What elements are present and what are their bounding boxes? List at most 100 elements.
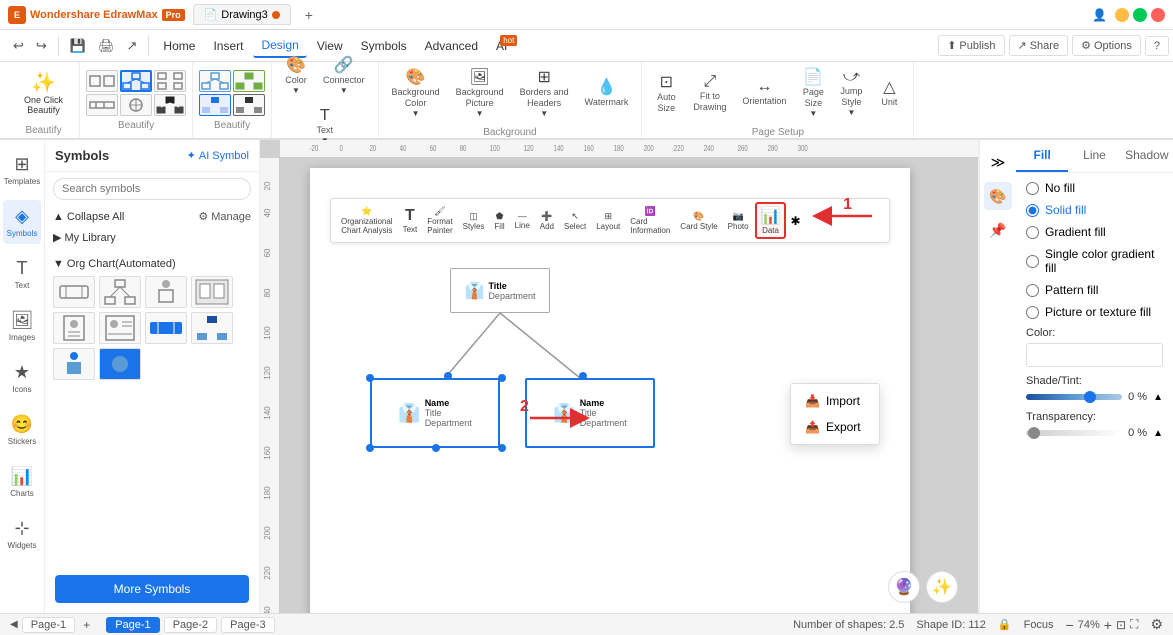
no-fill-option[interactable]: No fill — [1026, 181, 1163, 195]
auto-size-button[interactable]: ⊡ AutoSize — [648, 67, 684, 119]
gradient-fill-option[interactable]: Gradient fill — [1026, 225, 1163, 239]
share-button[interactable]: ↗ Share — [1009, 35, 1069, 56]
collapse-all-button[interactable]: ▲ Collapse All — [53, 211, 124, 223]
my-library-toggle[interactable]: ▶ My Library — [53, 231, 251, 244]
fill-button[interactable]: ⬟ Fill — [490, 209, 508, 233]
collapse-panel-button[interactable]: ≫ — [984, 148, 1012, 176]
one-click-beautify-button[interactable]: ✨ One ClickBeautify — [14, 64, 73, 121]
pattern-fill-option[interactable]: Pattern fill — [1026, 283, 1163, 297]
gradient-fill-radio[interactable] — [1026, 226, 1039, 239]
print-button[interactable]: 🖨 — [93, 35, 120, 57]
tab-fill[interactable]: Fill — [1016, 140, 1068, 172]
background-color-button[interactable]: 🎨 BackgroundColor ▼ — [385, 62, 447, 123]
more-symbols-button[interactable]: More Symbols — [55, 575, 249, 603]
styles-button[interactable]: ◫ Styles — [459, 209, 489, 233]
transparency-thumb[interactable] — [1028, 427, 1040, 439]
shape-thumb-1[interactable] — [86, 70, 118, 92]
solid-fill-option[interactable]: Solid fill — [1026, 203, 1163, 217]
shape-cell-6[interactable] — [99, 312, 141, 344]
sidebar-item-icons[interactable]: ★ Icons — [8, 356, 35, 400]
add-page-button[interactable]: + — [79, 618, 94, 632]
org-analysis-button[interactable]: ⭐ OrganizationalChart Analysis — [337, 204, 397, 237]
shape-thumb-9[interactable] — [199, 94, 231, 116]
maximize-button[interactable] — [1133, 8, 1147, 22]
ai-symbol-button[interactable]: ✦ AI Symbol — [187, 149, 249, 162]
fill-panel-button[interactable]: 🎨 — [984, 182, 1012, 210]
redo-button[interactable]: ↪ — [31, 35, 52, 57]
fullscreen-button[interactable]: ⛶ — [1130, 617, 1138, 632]
canvas-area[interactable]: -20 0 20 40 60 80 100 120 140 160 180 20… — [260, 140, 978, 613]
white-canvas[interactable]: ⭐ OrganizationalChart Analysis T Text 🖌 … — [310, 168, 910, 613]
undo-button[interactable]: ↩ — [8, 35, 29, 57]
borders-headers-button[interactable]: ⊞ Borders andHeaders ▼ — [513, 62, 576, 123]
shade-track[interactable] — [1026, 394, 1122, 400]
picture-fill-radio[interactable] — [1026, 306, 1039, 319]
menu-insert[interactable]: Insert — [205, 35, 251, 57]
sidebar-item-text[interactable]: T Text — [11, 252, 34, 296]
shape-cell-3[interactable] — [145, 276, 187, 308]
manage-button[interactable]: ⚙ Manage — [198, 210, 251, 223]
menu-advanced[interactable]: Advanced — [417, 35, 486, 57]
picture-fill-option[interactable]: Picture or texture fill — [1026, 305, 1163, 319]
fit-to-drawing-button[interactable]: ⤢ Fit toDrawing — [686, 68, 733, 118]
bottom-page-2[interactable]: Page-2 — [164, 617, 217, 633]
jump-style-button[interactable]: ⤻ JumpStyle ▼ — [833, 63, 869, 122]
tab-shadow[interactable]: Shadow — [1121, 140, 1173, 172]
single-gradient-option[interactable]: Single color gradient fill — [1026, 247, 1163, 275]
zoom-in-button[interactable]: + — [1104, 617, 1112, 633]
shade-thumb[interactable] — [1084, 391, 1096, 403]
shape-thumb-4[interactable] — [86, 94, 118, 116]
shape-cell-8[interactable] — [191, 312, 233, 344]
shape-cell-7[interactable] — [145, 312, 187, 344]
export-button[interactable]: ↗ — [122, 35, 143, 57]
add-button[interactable]: ➕ Add — [536, 209, 558, 233]
single-gradient-radio[interactable] — [1026, 255, 1039, 268]
export-button[interactable]: 📤 Export — [791, 414, 879, 440]
sidebar-item-charts[interactable]: 📊 Charts — [6, 460, 38, 504]
shape-thumb-10[interactable] — [233, 94, 265, 116]
layout-button[interactable]: ⊞ Layout — [592, 209, 624, 233]
bottom-page-1[interactable]: Page-1 — [106, 617, 159, 633]
pin-button[interactable]: 📌 — [984, 216, 1012, 244]
sidebar-item-stickers[interactable]: 😊 Stickers — [4, 408, 40, 452]
shape-cell-5[interactable] — [53, 312, 95, 344]
fit-view-button[interactable]: ⊡ — [1116, 618, 1126, 632]
menu-ai[interactable]: AI hot — [488, 35, 515, 57]
settings-icon[interactable]: ⚙ — [1150, 616, 1163, 633]
photo-button[interactable]: 📷 Photo — [724, 209, 753, 233]
shape-cell-2[interactable] — [99, 276, 141, 308]
no-fill-radio[interactable] — [1026, 182, 1039, 195]
sparkle-button[interactable]: ✨ — [926, 571, 958, 603]
sidebar-item-images[interactable]: 🖼 Images — [5, 304, 39, 348]
color-button[interactable]: 🎨 Color ▼ — [278, 50, 314, 100]
shape-cell-4[interactable] — [191, 276, 233, 308]
magic-button[interactable]: 🔮 — [888, 571, 920, 603]
transparency-track[interactable] — [1026, 430, 1122, 436]
connector-button[interactable]: 🔗 Connector ▼ — [316, 50, 372, 100]
org-node-top[interactable]: 👔 Title Department — [450, 268, 550, 313]
search-input[interactable] — [53, 178, 251, 200]
expand-icon[interactable]: ✱ — [790, 214, 800, 228]
shape-thumb-5[interactable] — [120, 94, 152, 116]
sidebar-item-widgets[interactable]: ⊹ Widgets — [4, 512, 41, 556]
options-button[interactable]: ⚙ Options — [1072, 35, 1141, 56]
shape-thumb-2[interactable] — [120, 70, 152, 92]
color-swatch[interactable] — [1026, 343, 1163, 367]
shape-thumb-3[interactable] — [154, 70, 186, 92]
sidebar-item-symbols[interactable]: ◈ Symbols — [3, 200, 42, 244]
bottom-page-3[interactable]: Page-3 — [221, 617, 274, 633]
tab-line[interactable]: Line — [1068, 140, 1120, 172]
shape-thumb-8[interactable] — [233, 70, 265, 92]
menu-home[interactable]: Home — [155, 35, 203, 57]
background-picture-button[interactable]: 🖼 BackgroundPicture ▼ — [449, 62, 511, 123]
shape-thumb-7[interactable] — [199, 70, 231, 92]
line-button[interactable]: — Line — [511, 209, 534, 232]
org-chart-toggle[interactable]: ▼ Org Chart(Automated) — [53, 258, 251, 270]
select-button[interactable]: ↖ Select — [560, 209, 590, 233]
prev-page-button[interactable]: ◀ — [10, 619, 18, 630]
publish-button[interactable]: ⬆ Publish — [938, 35, 1004, 56]
page-size-button[interactable]: 📄 PageSize ▼ — [795, 62, 831, 123]
data-button[interactable]: 📊 Data — [755, 202, 787, 239]
unit-button[interactable]: △ Unit — [871, 72, 907, 113]
solid-fill-radio[interactable] — [1026, 204, 1039, 217]
